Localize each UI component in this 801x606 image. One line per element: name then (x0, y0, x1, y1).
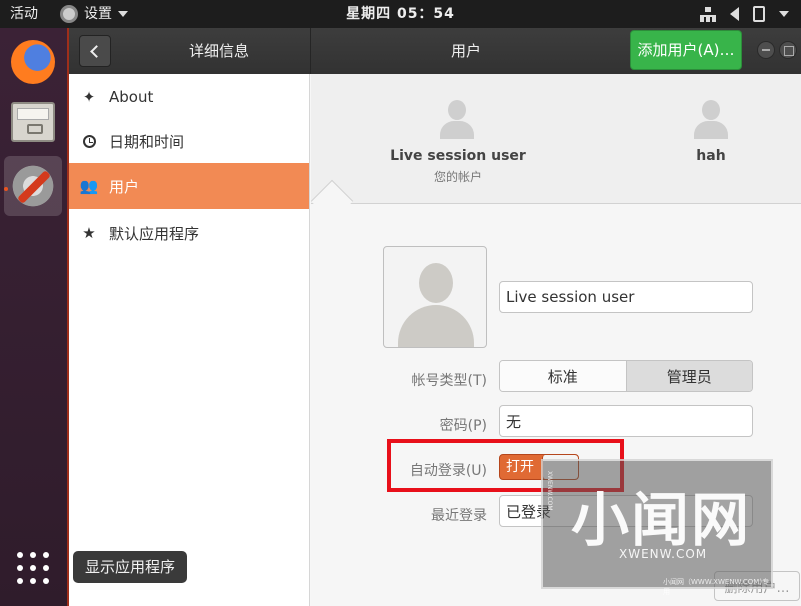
show-apps-button[interactable] (4, 538, 62, 598)
autologin-label: 自动登录(U) (409, 463, 487, 479)
password-button[interactable]: 无 (499, 405, 753, 437)
user-avatar-icon[interactable] (437, 100, 477, 142)
page-title: 用户 (450, 42, 481, 60)
dock (0, 28, 67, 606)
watermark-side-text: XWENW.COM (546, 471, 553, 511)
sidebar-item-label: About (109, 88, 154, 106)
user-name[interactable]: hah (651, 148, 771, 164)
password-label: 密码(P) (439, 418, 487, 434)
chevron-left-icon (90, 44, 103, 58)
dock-settings[interactable] (4, 156, 62, 216)
user-photo-button[interactable] (383, 246, 487, 348)
account-type-standard[interactable]: 标准 (500, 361, 626, 391)
sidebar-title: 详细信息 (188, 42, 249, 60)
clock-icon (82, 134, 96, 148)
files-icon (11, 102, 55, 142)
sidebar-item-users[interactable]: 👥 用户 (69, 163, 309, 209)
sidebar-item-about[interactable]: ✦ About (69, 74, 309, 120)
show-apps-tooltip: 显示应用程序 (73, 551, 187, 583)
user-name[interactable]: Live session user (371, 148, 545, 164)
settings-icon (10, 163, 56, 209)
watermark-footer: 小闻网（WWW.XWENW.COM)专用 (663, 578, 770, 596)
account-type-admin[interactable]: 管理员 (625, 361, 752, 391)
dock-files[interactable] (4, 92, 62, 152)
network-icon (700, 7, 716, 22)
sidebar-item-label: 日期和时间 (109, 132, 185, 151)
chevron-down-icon (779, 11, 789, 17)
user-avatar-icon[interactable] (691, 100, 731, 142)
user-list: Live session user 您的帐户 hah (310, 74, 801, 223)
watermark-logo: 小闻网 (571, 486, 752, 554)
watermark-url: XWENW.COM (619, 547, 708, 561)
top-bar: 活动 设置 星期四 05：54 (0, 0, 801, 28)
system-tray[interactable] (700, 0, 789, 28)
sidebar-item-label: 默认应用程序 (109, 224, 200, 243)
show-apps-icon (17, 552, 49, 584)
switch-state-label: 打开 (506, 459, 534, 475)
sidebar-item-datetime[interactable]: 日期和时间 (69, 118, 309, 164)
minimize-button[interactable] (757, 41, 775, 59)
account-type-toggle[interactable]: 标准 管理员 (499, 360, 753, 392)
header-bar: 详细信息 用户 添加用户(A)… (69, 28, 801, 74)
dock-firefox[interactable] (4, 32, 62, 92)
selection-pointer (310, 179, 354, 223)
user-subtitle: 您的帐户 (433, 170, 482, 184)
star-icon: ★ (82, 224, 96, 242)
user-name-field[interactable]: Live session user (499, 281, 753, 313)
last-login-label: 最近登录 (431, 508, 487, 524)
firefox-icon (11, 40, 55, 84)
clock[interactable]: 星期四 05：54 (0, 0, 801, 28)
sidebar: ✦ About 日期和时间 👥 用户 ★ 默认应用程序 (69, 74, 310, 606)
running-indicator (4, 187, 8, 191)
sidebar-item-label: 用户 (109, 177, 140, 196)
sidebar-item-default-apps[interactable]: ★ 默认应用程序 (69, 210, 309, 256)
users-icon: 👥 (79, 177, 99, 195)
volume-icon (730, 7, 739, 21)
watermark: XWENW.COM 小闻网 XWENW.COM 小闻网（WWW.XWENW.CO… (541, 459, 773, 596)
sparkle-icon: ✦ (82, 88, 96, 106)
maximize-button[interactable] (779, 41, 797, 59)
battery-icon (753, 6, 765, 22)
account-type-label: 帐号类型(T) (411, 373, 487, 389)
add-user-button[interactable]: 添加用户(A)… (630, 30, 742, 70)
back-button[interactable] (79, 35, 111, 67)
